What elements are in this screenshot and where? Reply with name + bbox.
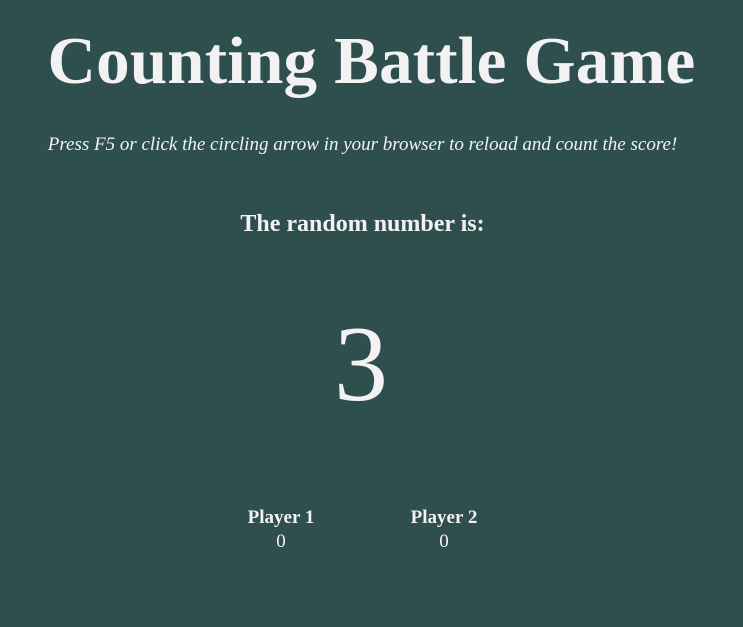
- player-2-scoreboard: Player 2 0: [384, 506, 504, 554]
- player-1-scoreboard: Player 1 0: [221, 506, 341, 554]
- random-number-display: 3: [334, 305, 388, 424]
- page-title: Counting Battle Game: [47, 24, 696, 98]
- player-2-score: 0: [439, 531, 449, 552]
- random-number-heading: The random number is:: [240, 211, 485, 237]
- player-1-score: 0: [276, 531, 286, 552]
- reload-instructions: Press F5 or click the circling arrow in …: [47, 134, 678, 155]
- player-1-label: Player 1: [247, 507, 315, 528]
- player-2-label: Player 2: [410, 507, 478, 528]
